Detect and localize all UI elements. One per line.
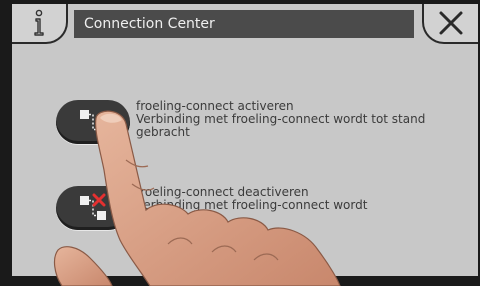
deactivate-desc-line2: verbroken bbox=[136, 211, 197, 225]
info-button[interactable] bbox=[12, 4, 68, 44]
close-button[interactable] bbox=[422, 4, 478, 44]
device-frame: Connection Center froeling-connect activ… bbox=[0, 0, 480, 286]
connect-icon bbox=[80, 110, 106, 134]
touch-screen: Connection Center froeling-connect activ… bbox=[12, 4, 478, 276]
disconnect-icon bbox=[80, 193, 106, 220]
activate-connect-button[interactable] bbox=[56, 100, 130, 144]
info-icon bbox=[34, 9, 44, 36]
window-title: Connection Center bbox=[74, 10, 414, 38]
activate-desc-line2: gebracht bbox=[136, 125, 190, 139]
activate-text: froeling-connect activeren Verbinding me… bbox=[136, 100, 425, 139]
close-icon bbox=[439, 11, 463, 35]
activate-row: froeling-connect activeren Verbinding me… bbox=[56, 100, 456, 144]
deactivate-row: froeling-connect deactiveren Verbinding … bbox=[56, 186, 456, 230]
bezel-bottom bbox=[0, 276, 480, 286]
deactivate-text: froeling-connect deactiveren Verbinding … bbox=[136, 186, 367, 225]
bezel-left bbox=[0, 0, 12, 286]
deactivate-connect-button[interactable] bbox=[56, 186, 130, 230]
